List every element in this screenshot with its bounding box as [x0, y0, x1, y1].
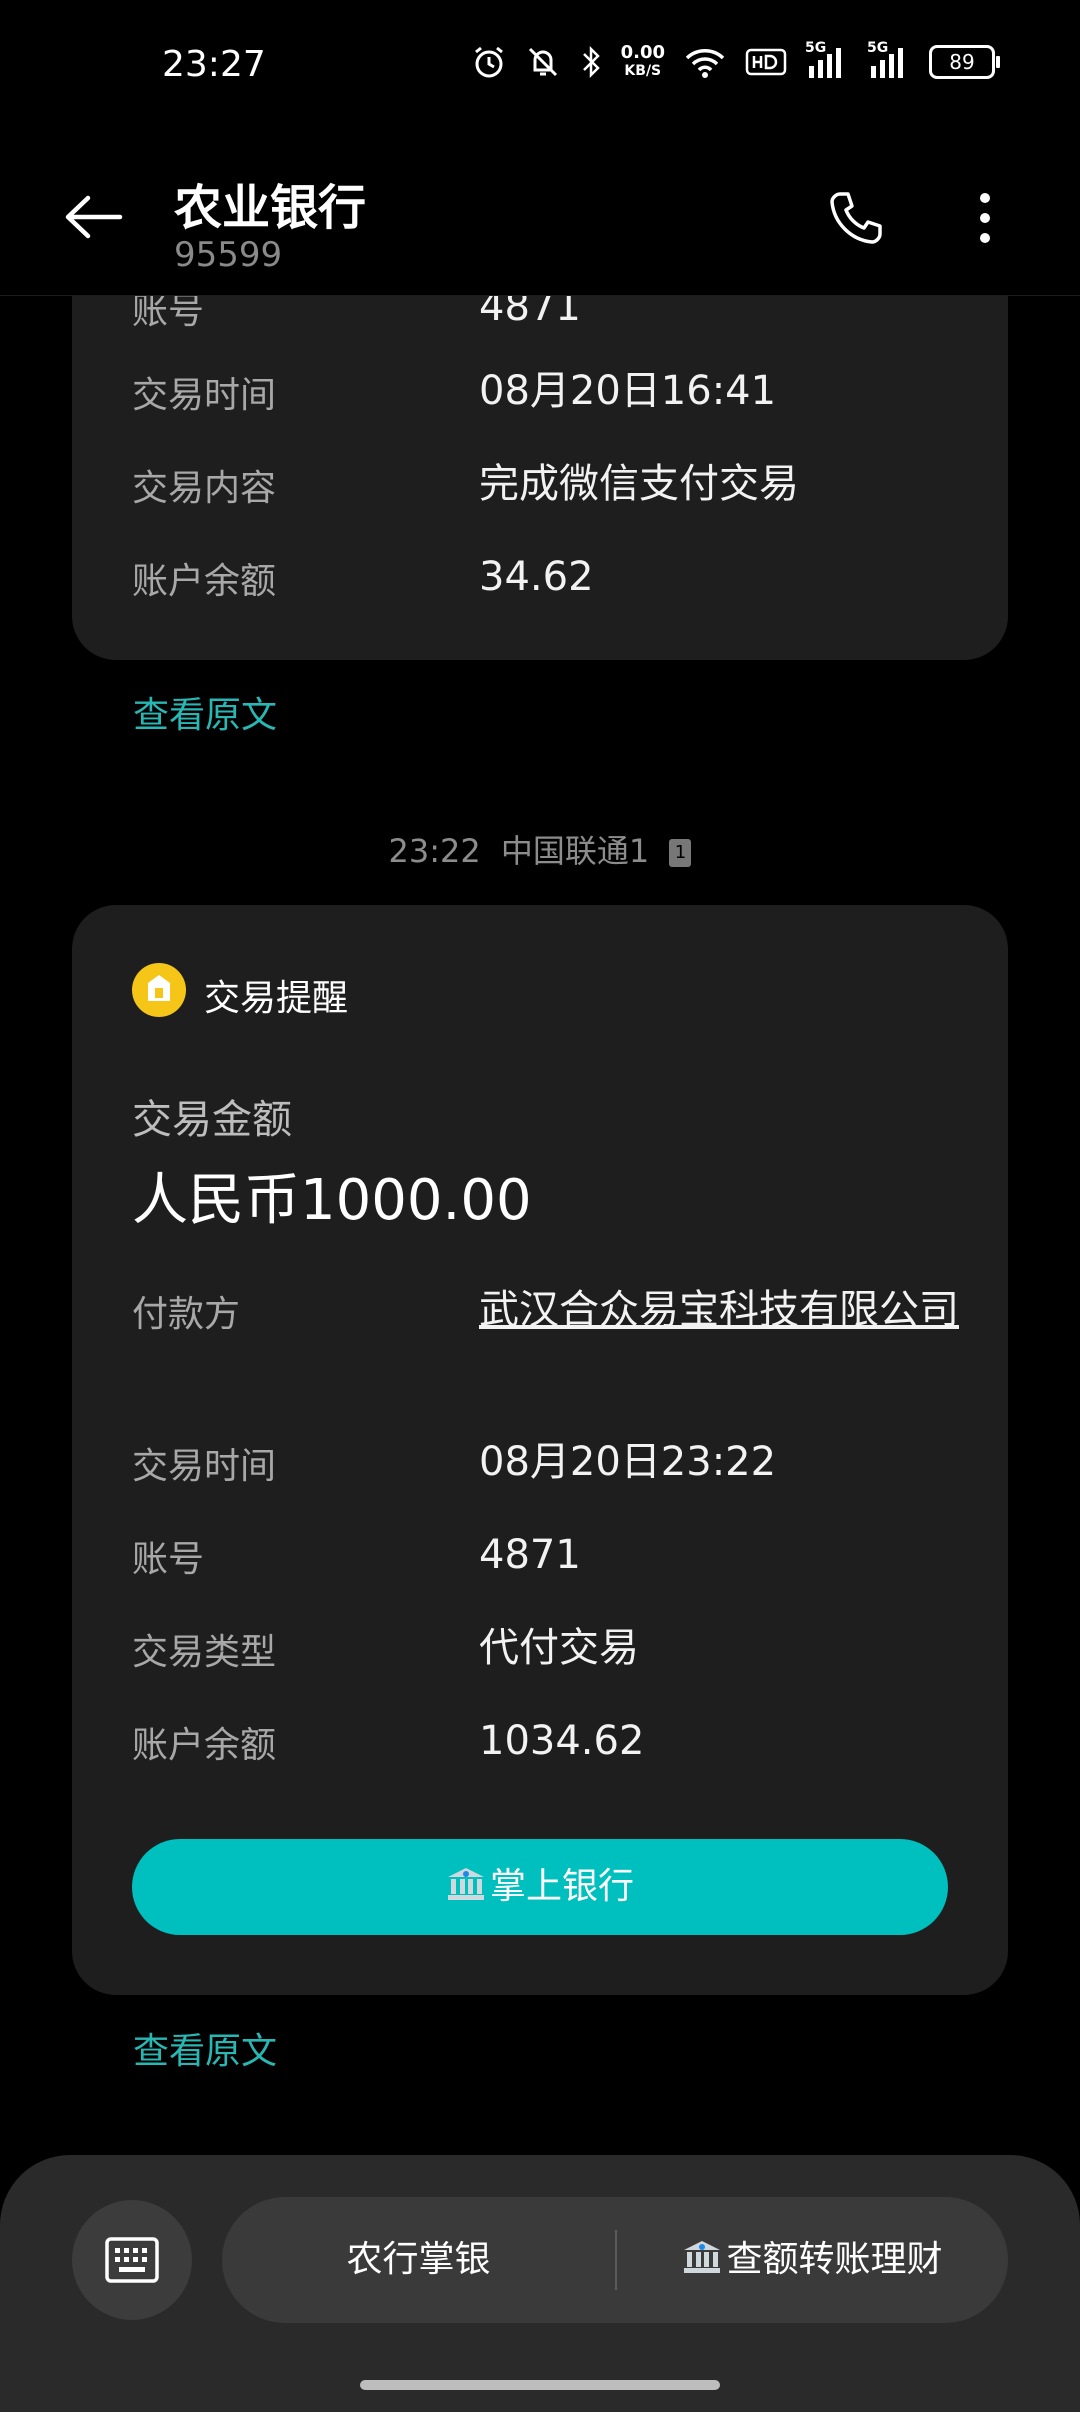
amount-value: 人民币1000.00	[132, 1168, 532, 1233]
back-arrow-icon[interactable]	[62, 192, 126, 242]
detail-key: 交易时间	[132, 375, 277, 416]
signal-2: 5G	[867, 40, 911, 80]
keyboard-toggle-button[interactable]	[72, 2200, 192, 2320]
signal-1-tag: 5G	[805, 40, 827, 56]
more-options-icon[interactable]	[968, 188, 1002, 248]
menu-item-label: 查额转账理财	[726, 2239, 943, 2280]
sms-conversation-screen: 23:27 0.00 KB/S 5G 5G 89 农业银行 95599 账号 4…	[0, 0, 1080, 2412]
card-title: 交易提醒	[204, 978, 349, 1019]
status-time: 23:27	[162, 44, 266, 85]
bank-icon	[447, 1868, 484, 1900]
mobile-banking-label: 掌上银行	[489, 1866, 634, 1907]
signal-2-tag: 5G	[867, 40, 889, 56]
network-speed-unit: KB/S	[624, 63, 662, 79]
detail-key: 交易内容	[132, 468, 277, 509]
status-bar: 23:27 0.00 KB/S 5G 5G 89	[0, 0, 1080, 140]
detail-key: 账户余额	[132, 1725, 277, 1766]
detail-key: 账号	[132, 1539, 205, 1580]
detail-value: 代付交易	[479, 1625, 639, 1671]
detail-key: 交易时间	[132, 1446, 277, 1487]
hd-voice-icon	[745, 48, 787, 76]
mute-bell-icon	[528, 47, 557, 77]
battery-indicator: 89	[929, 45, 1000, 79]
quick-menu: 农行掌银 查额转账理财	[222, 2197, 1008, 2323]
detail-value: 完成微信支付交易	[479, 461, 799, 507]
detail-key: 账户余额	[132, 561, 277, 602]
wifi-icon	[685, 49, 725, 78]
phone-icon[interactable]	[826, 188, 886, 248]
sim-card-icon: 1	[669, 839, 692, 867]
contact-name: 农业银行	[174, 180, 367, 236]
menu-item-balance-transfer[interactable]: 查额转账理财	[617, 2197, 1008, 2323]
detail-value: 08月20日16:41	[479, 368, 777, 414]
detail-key: 付款方	[132, 1294, 241, 1335]
bluetooth-icon	[582, 45, 600, 79]
home-indicator[interactable]	[360, 2380, 720, 2390]
signal-1: 5G	[805, 40, 849, 80]
bottom-menu-bar: 农行掌银 查额转账理财	[0, 2155, 1080, 2412]
detail-key: 交易类型	[132, 1632, 277, 1673]
message-card-latest: 交易提醒 交易金额 人民币1000.00 付款方 武汉合众易宝科技有限公司 交易…	[72, 905, 1008, 1995]
message-carrier: 中国联通1	[500, 832, 650, 870]
keyboard-icon	[105, 2237, 159, 2283]
detail-value: 34.62	[479, 554, 594, 600]
contact-number: 95599	[174, 235, 283, 275]
alarm-icon	[474, 46, 503, 78]
message-timestamp: 23:22 中国联通1 1	[0, 826, 1080, 872]
mobile-banking-button[interactable]: 掌上银行	[132, 1839, 948, 1935]
bank-logo-icon	[132, 963, 186, 1017]
bank-icon	[684, 2241, 721, 2273]
conversation-header: 农业银行 95599	[0, 140, 1080, 296]
network-speed-value: 0.00	[620, 42, 665, 63]
view-original-link[interactable]: 查看原文	[133, 2022, 277, 2074]
amount-label: 交易金额	[132, 1097, 292, 1143]
detail-value: 1034.62	[479, 1718, 645, 1764]
network-speed: 0.00 KB/S	[621, 44, 665, 80]
message-time: 23:22	[388, 832, 481, 870]
view-original-link[interactable]: 查看原文	[133, 686, 277, 738]
detail-value: 4871	[479, 1532, 581, 1578]
payer-link[interactable]: 武汉合众易宝科技有限公司	[479, 1281, 959, 1339]
status-icons: 0.00 KB/S 5G 5G 89	[471, 40, 1000, 80]
detail-value: 08月20日23:22	[479, 1439, 777, 1485]
menu-item-mobile-banking[interactable]: 农行掌银	[222, 2197, 615, 2323]
